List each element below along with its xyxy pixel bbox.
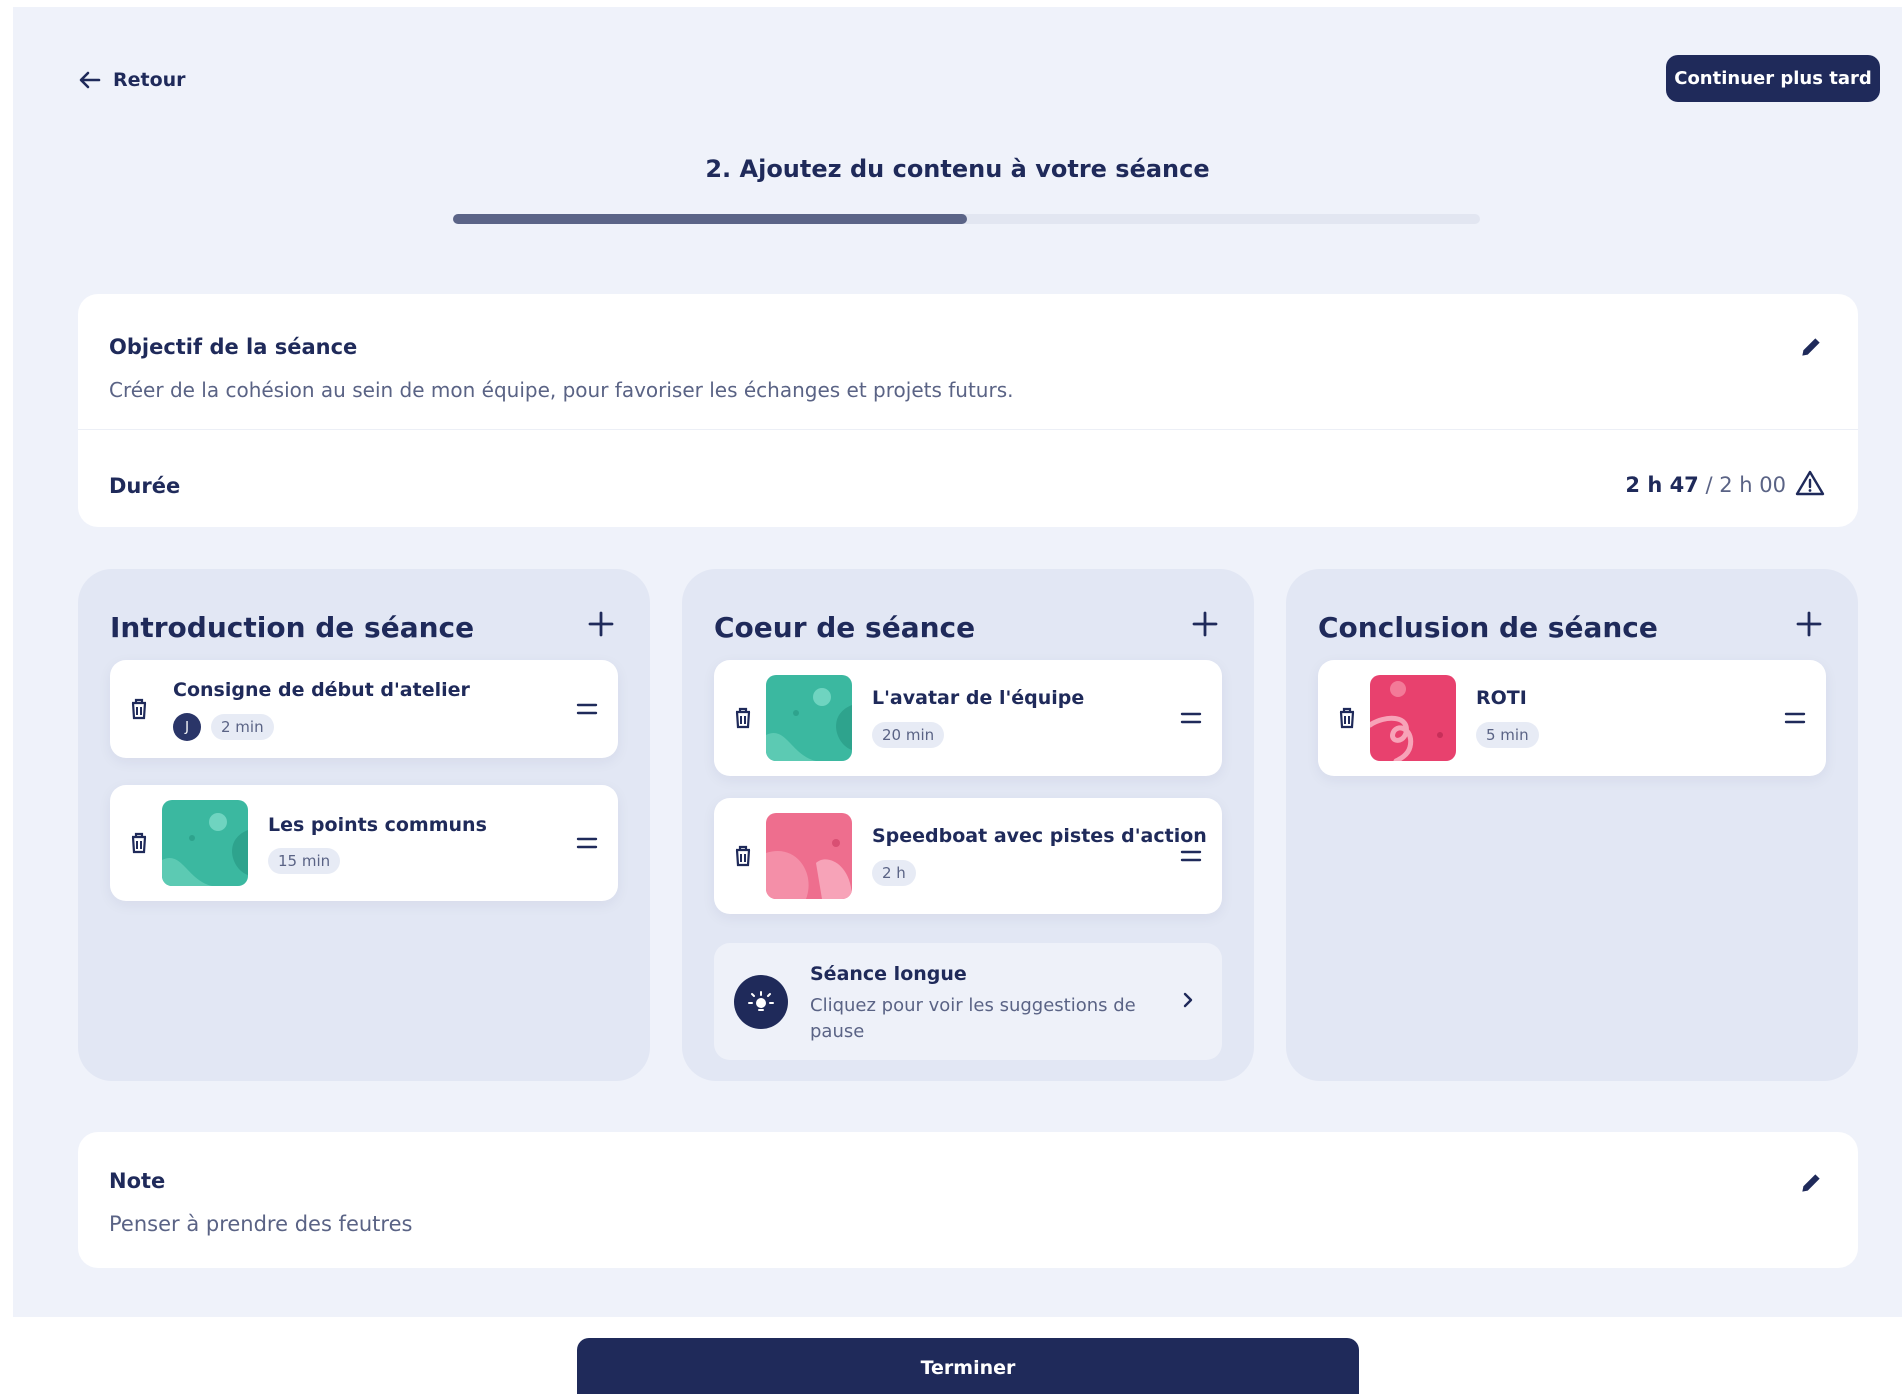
- warning-triangle-icon: [1795, 470, 1825, 496]
- activity-title: Speedboat avec pistes d'action: [872, 825, 1207, 847]
- activity-card[interactable]: Les points communs 15 min: [110, 785, 618, 901]
- activity-card[interactable]: L'avatar de l'équipe 20 min: [714, 660, 1222, 776]
- column-core: Coeur de séance L'avatar de l'équipe 20 …: [682, 569, 1254, 1081]
- trash-icon[interactable]: [734, 845, 752, 867]
- activity-title: ROTI: [1476, 687, 1527, 709]
- objective-card: Objectif de la séance Créer de la cohési…: [78, 294, 1858, 527]
- chevron-right-icon: [1183, 992, 1193, 1008]
- plus-icon[interactable]: [1796, 611, 1822, 637]
- column-title: Conclusion de séance: [1318, 611, 1658, 644]
- column-introduction: Introduction de séance Consigne de début…: [78, 569, 650, 1081]
- footer-bar: Terminer: [0, 1317, 1902, 1394]
- divider: [78, 429, 1858, 430]
- back-button[interactable]: Retour: [79, 69, 186, 91]
- activity-thumbnail: [162, 800, 248, 886]
- column-title: Introduction de séance: [110, 611, 475, 644]
- trash-icon[interactable]: [734, 707, 752, 729]
- duration-chip: 2 h: [872, 860, 916, 886]
- pencil-icon[interactable]: [1798, 334, 1824, 360]
- continue-later-button[interactable]: Continuer plus tard: [1666, 55, 1880, 102]
- duration-target: 2 h 00: [1719, 473, 1786, 497]
- activity-card[interactable]: Consigne de début d'atelier J 2 min: [110, 660, 618, 758]
- duration-current: 2 h 47: [1625, 473, 1699, 497]
- avatar: J: [173, 713, 201, 741]
- finish-button[interactable]: Terminer: [577, 1338, 1359, 1394]
- note-card: Note Penser à prendre des feutres: [78, 1132, 1858, 1268]
- pencil-icon[interactable]: [1798, 1170, 1824, 1196]
- lightbulb-icon: [734, 975, 788, 1029]
- duration-value: 2 h 47 / 2 h 00: [1625, 473, 1786, 497]
- progress-bar: [453, 214, 1480, 224]
- duration-chip: 5 min: [1476, 722, 1539, 748]
- back-label: Retour: [113, 69, 186, 91]
- duration-label: Durée: [109, 474, 181, 498]
- step-title: 2. Ajoutez du contenu à votre séance: [705, 155, 1210, 183]
- drag-handle-icon[interactable]: [1180, 849, 1202, 863]
- plus-icon[interactable]: [588, 611, 614, 637]
- note-text: Penser à prendre des feutres: [109, 1212, 413, 1236]
- activity-card[interactable]: Speedboat avec pistes d'action 2 h: [714, 798, 1222, 914]
- activity-thumbnail: [766, 675, 852, 761]
- trash-icon[interactable]: [130, 698, 148, 720]
- duration-chip: 15 min: [268, 848, 341, 874]
- drag-handle-icon[interactable]: [1784, 711, 1806, 725]
- activity-title: Consigne de début d'atelier: [173, 679, 470, 701]
- break-suggestion-card[interactable]: Séance longue Cliquez pour voir les sugg…: [714, 943, 1222, 1060]
- objective-title: Objectif de la séance: [109, 335, 358, 359]
- activity-thumbnail: [766, 813, 852, 899]
- suggestion-title: Séance longue: [810, 963, 967, 985]
- duration-separator: /: [1698, 473, 1720, 497]
- column-conclusion: Conclusion de séance ROTI 5 min: [1286, 569, 1858, 1081]
- arrow-left-icon: [79, 71, 101, 89]
- drag-handle-icon[interactable]: [576, 702, 598, 716]
- activity-card[interactable]: ROTI 5 min: [1318, 660, 1826, 776]
- objective-text: Créer de la cohésion au sein de mon équi…: [109, 378, 1014, 402]
- app-screen: Retour Continuer plus tard 2. Ajoutez du…: [13, 7, 1902, 1317]
- trash-icon[interactable]: [130, 832, 148, 854]
- plus-icon[interactable]: [1192, 611, 1218, 637]
- progress-fill: [453, 214, 967, 224]
- activity-title: L'avatar de l'équipe: [872, 687, 1085, 709]
- suggestion-text: Cliquez pour voir les suggestions de pau…: [810, 995, 1136, 1042]
- drag-handle-icon[interactable]: [1180, 711, 1202, 725]
- drag-handle-icon[interactable]: [576, 836, 598, 850]
- trash-icon[interactable]: [1338, 707, 1356, 729]
- duration-chip: 20 min: [872, 722, 945, 748]
- note-title: Note: [109, 1169, 166, 1193]
- activity-title: Les points communs: [268, 814, 487, 836]
- activity-thumbnail: [1370, 675, 1456, 761]
- column-title: Coeur de séance: [714, 611, 976, 644]
- duration-chip: 2 min: [211, 714, 274, 740]
